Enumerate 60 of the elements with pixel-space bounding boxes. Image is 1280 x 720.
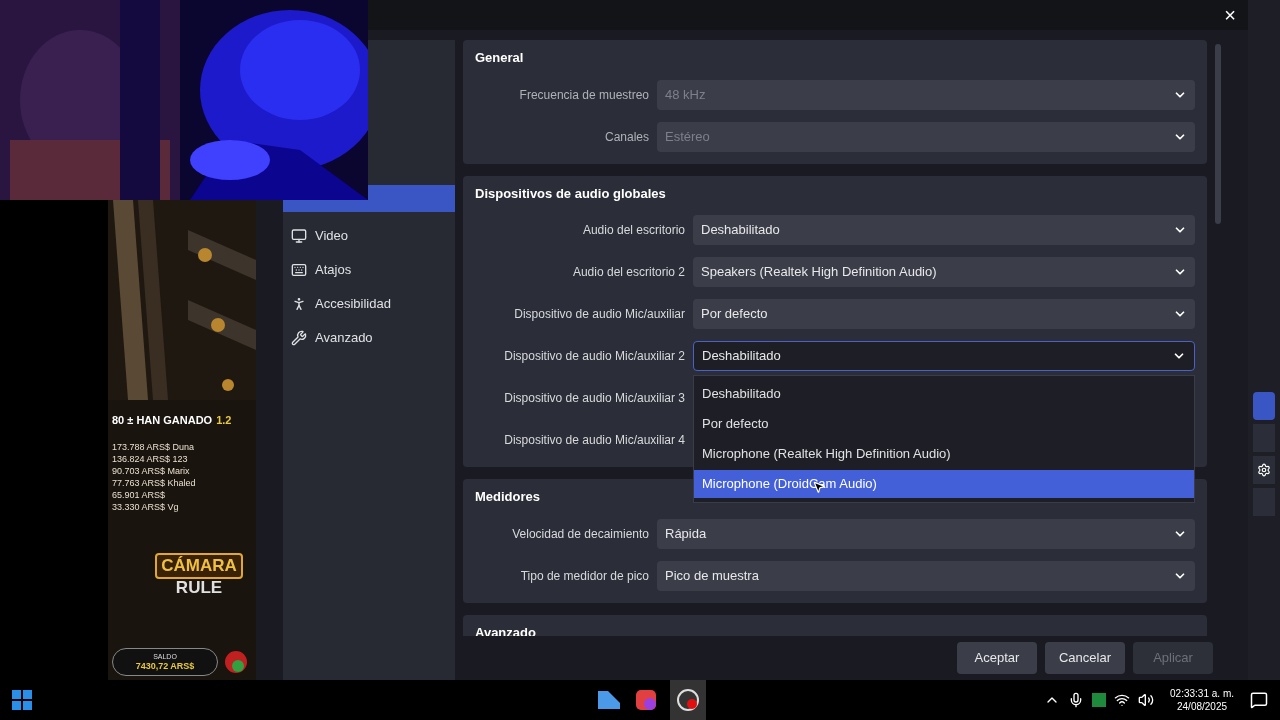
- network-icon[interactable]: [1114, 692, 1131, 708]
- clock-time: 02:33:31 a. m.: [1170, 687, 1234, 700]
- notification-icon[interactable]: [1250, 691, 1268, 709]
- field-label: Canales: [603, 128, 649, 145]
- dialog-button[interactable]: Aceptar: [957, 642, 1037, 674]
- winners-total: 1.2: [216, 413, 232, 428]
- logo-text: CÁMARA: [155, 552, 243, 579]
- sidebar-item[interactable]: Accesibilidad: [283, 287, 455, 321]
- winner-entry: 90.703 ARS$ Marix: [112, 464, 191, 477]
- group-title: Dispositivos de audio globales: [475, 184, 666, 203]
- sidebar-item[interactable]: Avanzado: [283, 321, 455, 355]
- sidebar-item[interactable]: Atajos: [283, 253, 455, 287]
- field-label: Dispositivo de audio Mic/auxiliar 4: [503, 432, 685, 448]
- dropdown-select[interactable]: Speakers (Realtek High Definition Audio): [693, 257, 1195, 287]
- field-label: Dispositivo de audio Mic/auxiliar 2: [503, 348, 685, 364]
- winner-entry: 136.824 ARS$ 123: [112, 452, 189, 465]
- logo-text: RULE: [175, 578, 223, 597]
- dropdown-select[interactable]: Pico de muestra: [657, 560, 1195, 591]
- folder-icon[interactable]: [596, 689, 622, 711]
- field-label: Tipo de medidor de pico: [519, 567, 649, 584]
- field-label: Audio del escritorio: [581, 222, 685, 238]
- group-title: Avanzado: [475, 623, 536, 636]
- field-label: Velocidad de decaimiento: [511, 525, 649, 542]
- field-label: Dispositivo de audio Mic/auxiliar 3: [503, 390, 685, 406]
- field-label: Dispositivo de audio Mic/auxiliar: [513, 306, 685, 322]
- keyboard-icon: [291, 262, 307, 278]
- volume-icon[interactable]: [1138, 692, 1155, 708]
- wrench-icon: [291, 330, 307, 346]
- group-title: Medidores: [475, 488, 540, 506]
- group-title: General: [475, 49, 524, 67]
- winner-entry: 173.788 ARS$ Duna: [112, 440, 196, 453]
- dropdown-option[interactable]: Microphone (DroidCam Audio): [694, 470, 1194, 498]
- winners-title: 80 ± HAN GANADO: [112, 413, 213, 428]
- dropdown-select[interactable]: Deshabilitado: [693, 341, 1195, 371]
- dropdown-select[interactable]: Por defecto: [693, 299, 1195, 329]
- field-label: Audio del escritorio 2: [571, 264, 685, 280]
- field-label: Frecuencia de muestreo: [518, 86, 649, 103]
- accessibility-icon: [291, 296, 307, 312]
- sidebar-item[interactable]: Video: [283, 219, 455, 253]
- app-icon[interactable]: [634, 688, 658, 712]
- winner-entry: 33.330 ARS$ Vg: [112, 500, 180, 513]
- chip-icon: [224, 650, 248, 674]
- settings-icon: [1257, 463, 1271, 477]
- dialog-button[interactable]: Cancelar: [1045, 642, 1125, 674]
- monitor-icon: [291, 228, 307, 244]
- record-app-icon: [676, 688, 700, 712]
- toolbar-button[interactable]: [1253, 456, 1275, 484]
- dropdown-option[interactable]: Por defecto: [694, 410, 1194, 438]
- dropdown-select[interactable]: Rápida: [657, 518, 1195, 549]
- windows-logo-icon[interactable]: [12, 690, 32, 710]
- winner-entry: 65.901 ARS$: [112, 488, 167, 501]
- taskbar-app-active[interactable]: [670, 680, 706, 720]
- tray-app-icon[interactable]: [1092, 693, 1107, 707]
- close-button[interactable]: ×: [1220, 5, 1240, 25]
- clock-date: 24/08/2025: [1177, 700, 1228, 713]
- dropdown-option[interactable]: Microphone (Realtek High Definition Audio): [694, 440, 1194, 468]
- winner-entry: 77.763 ARS$ Khaled: [112, 476, 197, 489]
- dropdown-select[interactable]: Deshabilitado: [693, 215, 1195, 245]
- dropdown-option[interactable]: Deshabilitado: [694, 380, 1194, 408]
- balance-value: 7430,72 ARS$: [135, 660, 195, 672]
